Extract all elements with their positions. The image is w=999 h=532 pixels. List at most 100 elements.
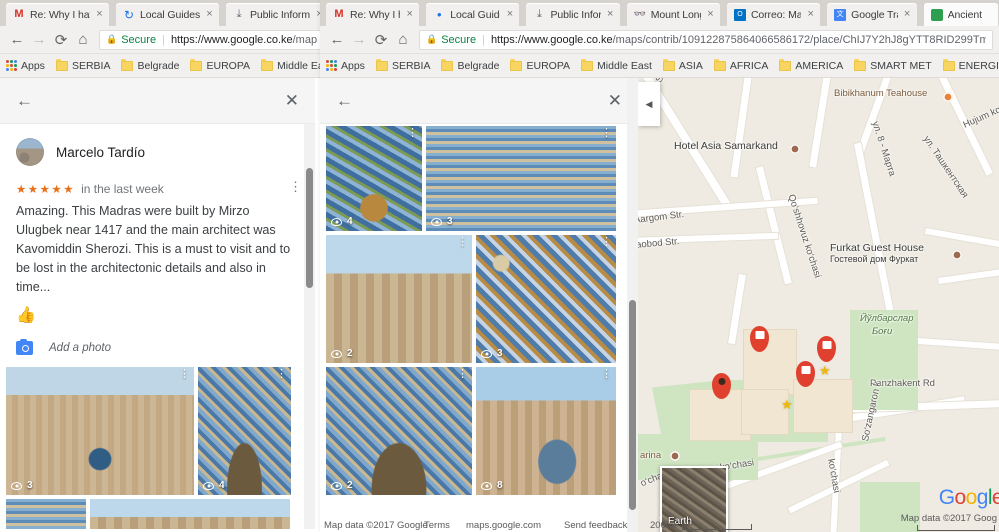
avatar[interactable] [16,138,44,166]
bookmark-europa[interactable]: EUROPA [510,58,570,72]
more-options-icon[interactable]: ⋮ [289,180,302,193]
bookmark-apps[interactable]: Apps [6,60,45,72]
bookmark-serbia[interactable]: SERBIA [55,58,110,72]
tab-label: Local Guides [450,8,500,21]
photo-thumbnail[interactable]: ⋮ 3 [6,367,194,495]
tab-close-icon[interactable]: × [605,9,616,20]
bookmark-belgrade[interactable]: Belgrade [121,58,180,72]
tab-close-icon[interactable]: × [705,9,716,20]
tab-close-icon[interactable]: × [204,9,215,20]
photo-options-icon[interactable]: ⋮ [179,369,190,380]
home-icon[interactable]: ⌂ [392,31,414,48]
photo-options-icon[interactable]: ⋮ [276,369,287,380]
photo-options-icon[interactable]: ⋮ [407,128,418,139]
photo-panel-scrollbar[interactable] [629,300,636,510]
tab-public-information[interactable]: ⤓ Public Inform × [526,3,620,26]
logo-letter: o [965,486,978,509]
map-send-feedback-link[interactable]: Send feedback [564,520,627,531]
bookmark-middle-east[interactable]: Middle East [581,58,652,72]
photo-grid[interactable]: ⋮ 4 ⋮ 3 ⋮ 2 ⋮ 3 ⋮ 2 ⋮ 8 [320,124,638,497]
tab-close-icon[interactable]: × [902,9,913,20]
tab-public-information[interactable]: ⤓ Public Inform × [226,3,329,26]
background-tab-strip[interactable]: M Re: Why I hav × ↻ Local Guides × ⤓ Pub… [0,0,330,26]
close-icon[interactable]: ✕ [285,92,299,109]
saved-place-star-icon[interactable]: ★ [781,398,793,411]
tab-mount-longonot[interactable]: 👓 Mount Longo × [626,3,720,26]
bookmark-asia[interactable]: ASIA [662,58,703,72]
photo-thumbnail[interactable]: ⋮ 3 [476,235,616,363]
photo-options-icon[interactable]: ⋮ [457,237,468,248]
thumbs-up-icon[interactable]: 👍 [0,297,315,325]
photo-options-icon[interactable]: ⋮ [601,128,612,139]
bookmark-africa[interactable]: AFRICA [713,58,768,72]
bookmark-europa[interactable]: EUROPA [190,58,250,72]
close-icon[interactable]: ✕ [608,92,622,109]
tab-google-translate[interactable]: 文 Google Trans × [827,3,917,26]
tab-ancient[interactable]: Ancient [923,3,998,26]
photo-thumbnail[interactable]: ⋮ 2 [326,367,472,495]
poi-marker[interactable] [943,92,953,102]
bookmark-belgrade[interactable]: Belgrade [441,58,499,72]
background-bookmarks-bar[interactable]: Apps SERBIA Belgrade EUROPA Middle East [0,54,330,78]
photo-thumbnail[interactable]: ⋮ 4 [326,126,422,231]
reload-icon[interactable]: ⟳ [370,31,392,49]
tab-re-why-i-have[interactable]: M Re: Why I hav × [326,3,420,26]
url-input[interactable]: 🔒 Secure | https://www.google.co.ke/maps… [419,29,993,50]
collapse-panel-button[interactable]: ◀ [638,82,660,126]
photo-thumbnail[interactable] [6,499,86,529]
bookmark-apps[interactable]: Apps [326,60,365,72]
map-pin-photo[interactable] [817,336,836,362]
photo-options-icon[interactable]: ⋮ [457,369,468,380]
reviewer-header: Marcelo Tardío [0,124,315,166]
url-input[interactable]: 🔒 Secure | https://www.google.co.ke/maps… [99,29,324,50]
foreground-browser-window[interactable]: M Re: Why I hav × • Local Guides × ⤓ Pub… [320,0,999,532]
tab-local-guides[interactable]: • Local Guides × [426,3,520,26]
photo-thumbnail[interactable]: ⋮ 3 [426,126,616,231]
photo-thumbnail[interactable]: ⋮ 8 [476,367,616,495]
photo-options-icon[interactable]: ⋮ [601,237,612,248]
tab-close-icon[interactable]: × [504,9,515,20]
maps-content-area: ← ✕ ⋮ 4 ⋮ 3 ⋮ 2 ⋮ 3 ⋮ 2 ⋮ 8 ★ ★ Bibikhan… [320,78,999,532]
background-panel-toolbar[interactable]: ← ✕ [0,78,315,124]
photo-thumbnail[interactable]: ⋮ 2 [326,235,472,363]
reload-icon[interactable]: ⟳ [50,31,72,49]
poi-marker[interactable] [952,250,962,260]
photo-panel-toolbar[interactable]: ← ✕ [320,78,638,124]
building-footprint [794,380,852,432]
background-address-bar[interactable]: ← → ⟳ ⌂ 🔒 Secure | https://www.google.co… [0,26,330,54]
map-terms-link[interactable]: Terms [424,520,450,531]
tab-re-why-i-have[interactable]: M Re: Why I hav × [6,3,109,26]
foreground-bookmarks-bar[interactable]: Apps SERBIA Belgrade EUROPA Middle East … [320,54,999,78]
tab-local-guides[interactable]: ↻ Local Guides × [116,3,219,26]
photo-thumbnail[interactable]: ⋮ 4 [198,367,291,495]
google-logo: Google [939,486,999,510]
map-label-qoshhovuz-kochasi: Qo‘shhovuz ko‘chasi [785,193,823,280]
map-maps-google-link[interactable]: maps.google.com [466,520,541,531]
tab-close-icon[interactable]: × [805,9,816,20]
tab-close-icon[interactable]: × [404,9,415,20]
bookmark-smart-met[interactable]: SMART MET [854,58,932,72]
poi-marker[interactable] [670,451,680,461]
back-arrow-icon[interactable]: ← [336,92,353,109]
back-arrow-icon[interactable]: ← [326,31,348,48]
photo-thumbnail[interactable] [90,499,290,529]
back-arrow-icon[interactable]: ← [6,31,28,48]
panel-scrollbar[interactable] [306,168,313,288]
poi-marker[interactable] [790,144,800,154]
home-icon[interactable]: ⌂ [72,31,94,48]
background-photo-grid[interactable]: ⋮ 3 ⋮ 4 [0,355,315,529]
add-photo-button[interactable]: Add a photo [0,325,315,355]
bookmark-energia[interactable]: ENERGIA [942,58,999,72]
bookmark-label: Belgrade [137,59,180,72]
back-arrow-icon[interactable]: ← [16,92,33,109]
bookmark-america[interactable]: AMERICA [779,58,843,72]
bookmark-serbia[interactable]: SERBIA [375,58,430,72]
map-canvas[interactable]: ★ ★ Bibikhanum Teahouse Hotel Asia Samar… [638,78,999,532]
photo-options-icon[interactable]: ⋮ [601,369,612,380]
foreground-tab-strip[interactable]: M Re: Why I hav × • Local Guides × ⤓ Pub… [320,0,999,26]
tab-close-icon[interactable]: × [94,9,105,20]
saved-place-star-icon[interactable]: ★ [819,364,831,377]
foreground-address-bar[interactable]: ← → ⟳ ⌂ 🔒 Secure | https://www.google.co… [320,26,999,54]
background-browser-window[interactable]: M Re: Why I hav × ↻ Local Guides × ⤓ Pub… [0,0,330,532]
tab-correo-marcelo[interactable]: O Correo: Marc × [726,3,821,26]
